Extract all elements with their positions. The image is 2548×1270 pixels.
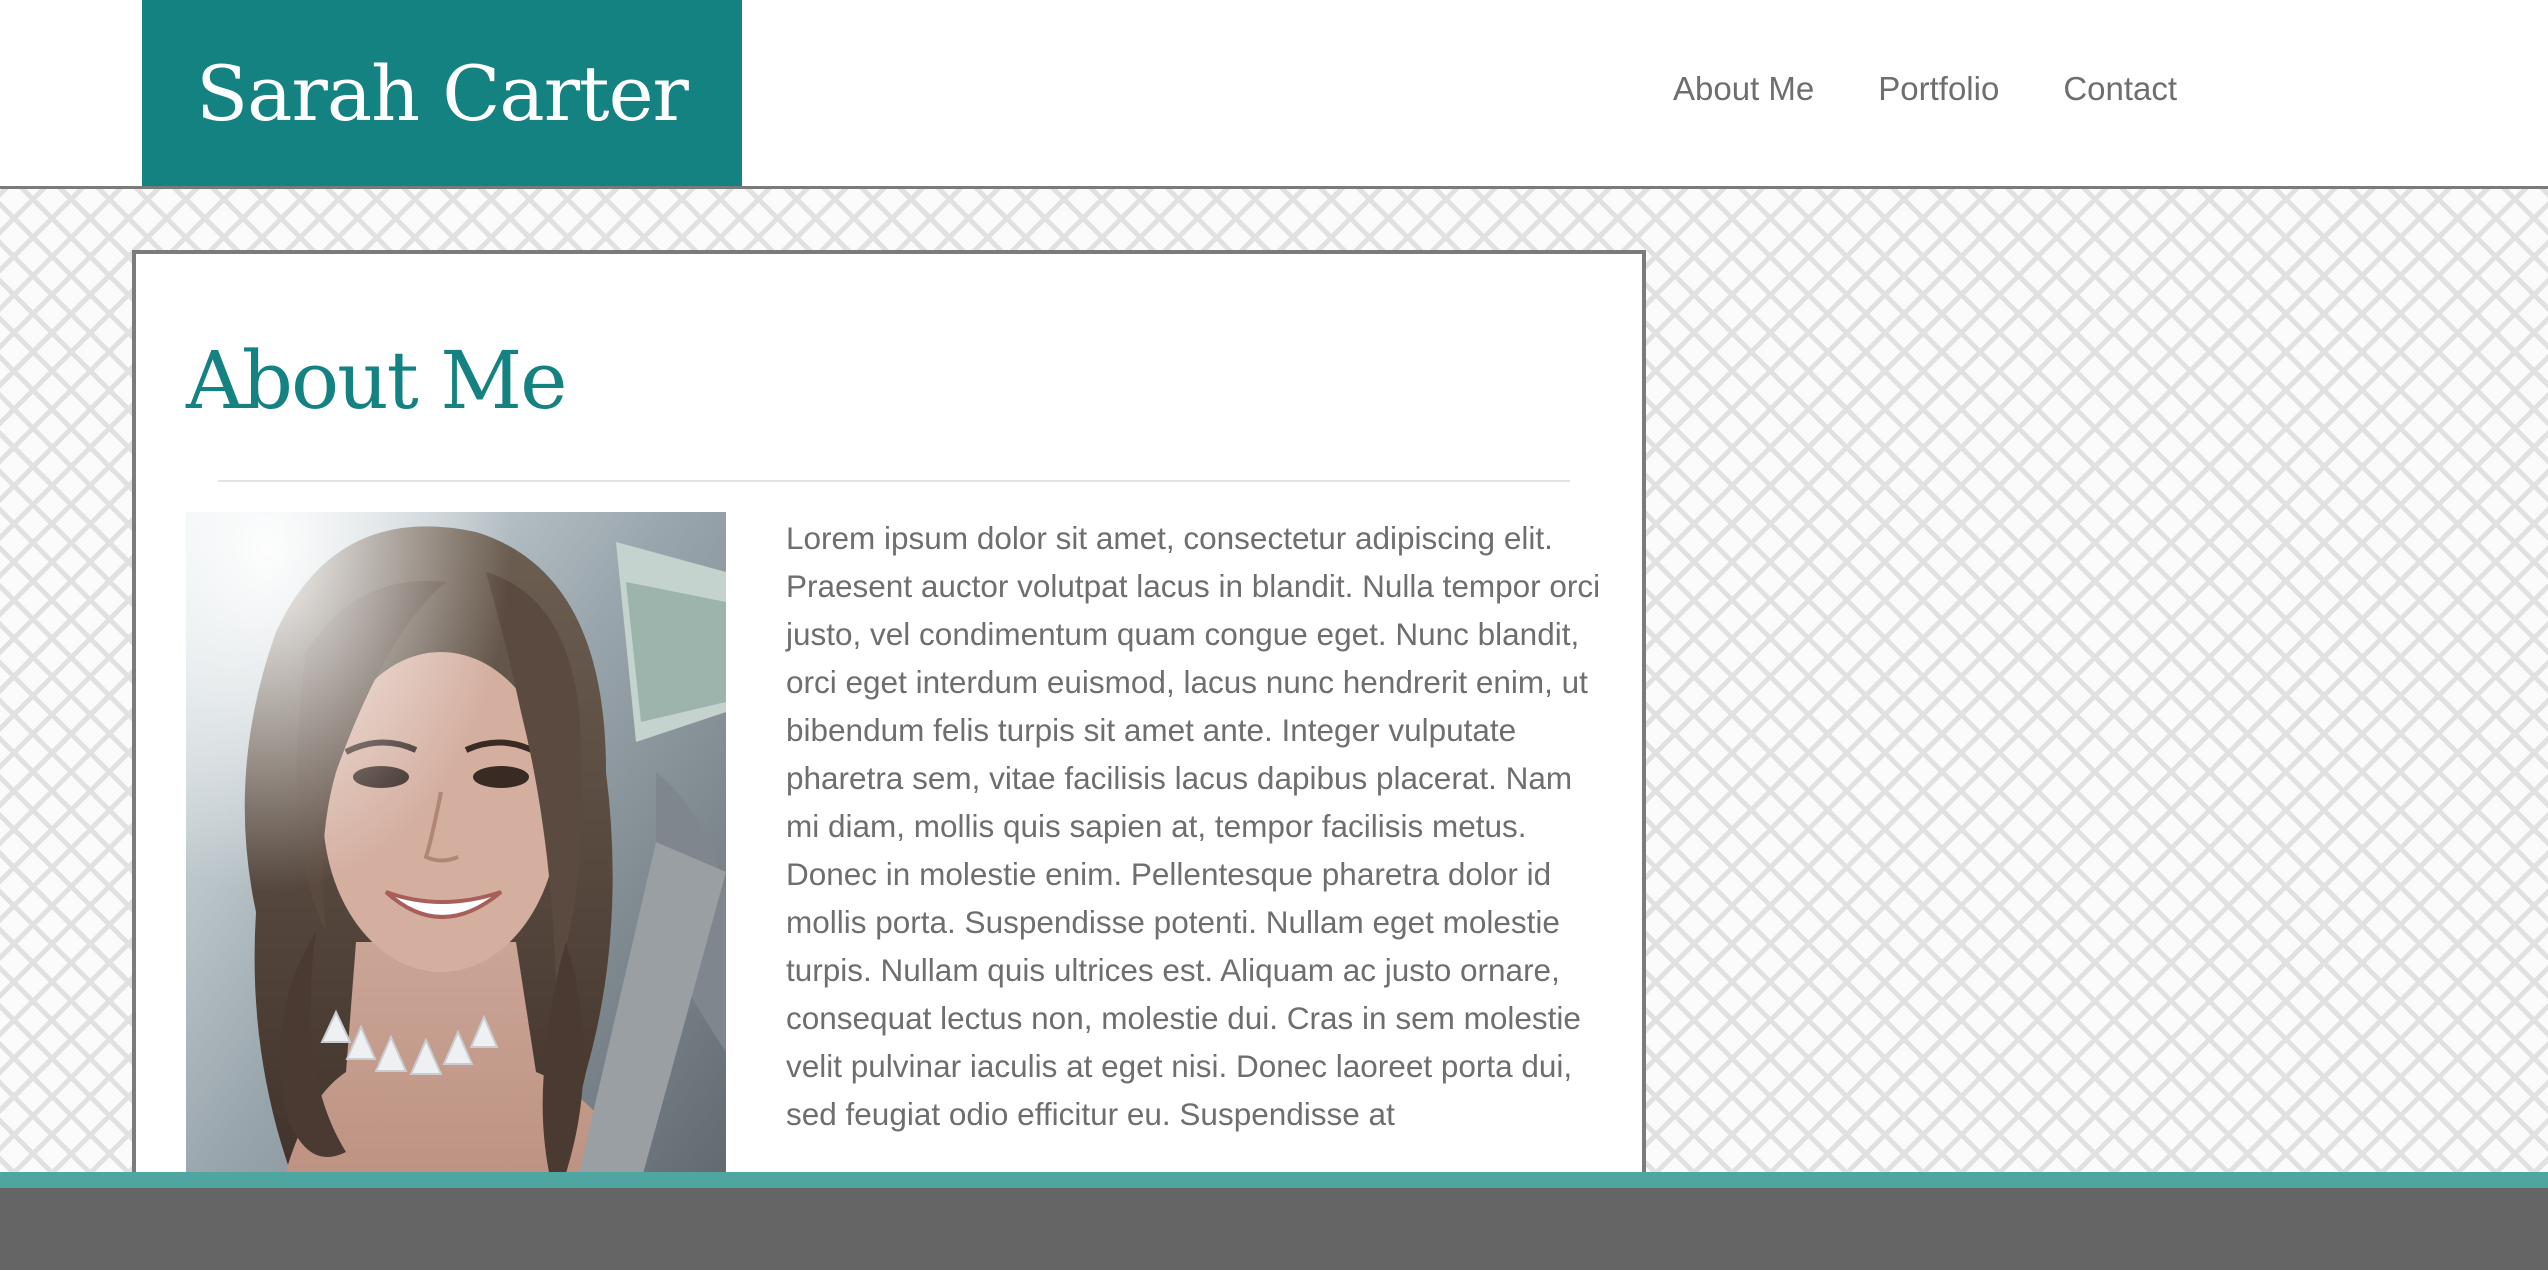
main-nav: About Me Portfolio Contact <box>1673 70 2177 108</box>
site-title[interactable]: Sarah Carter <box>196 49 689 138</box>
nav-link-contact[interactable]: Contact <box>2063 70 2177 108</box>
site-logo[interactable]: Sarah Carter <box>142 0 742 186</box>
nav-link-about-me[interactable]: About Me <box>1673 70 1814 108</box>
title-divider <box>218 480 1570 482</box>
nav-link-portfolio[interactable]: Portfolio <box>1878 70 1999 108</box>
site-footer <box>0 1172 2548 1270</box>
page-title: About Me <box>186 334 568 427</box>
bio-text: Lorem ipsum dolor sit amet, consectetur … <box>786 520 1601 1132</box>
about-section-card: About Me Lorem ipsum dolor sit amet, con… <box>132 250 1646 1270</box>
site-header: Sarah Carter About Me Portfolio Contact <box>0 0 2548 189</box>
profile-photo <box>186 512 726 1266</box>
